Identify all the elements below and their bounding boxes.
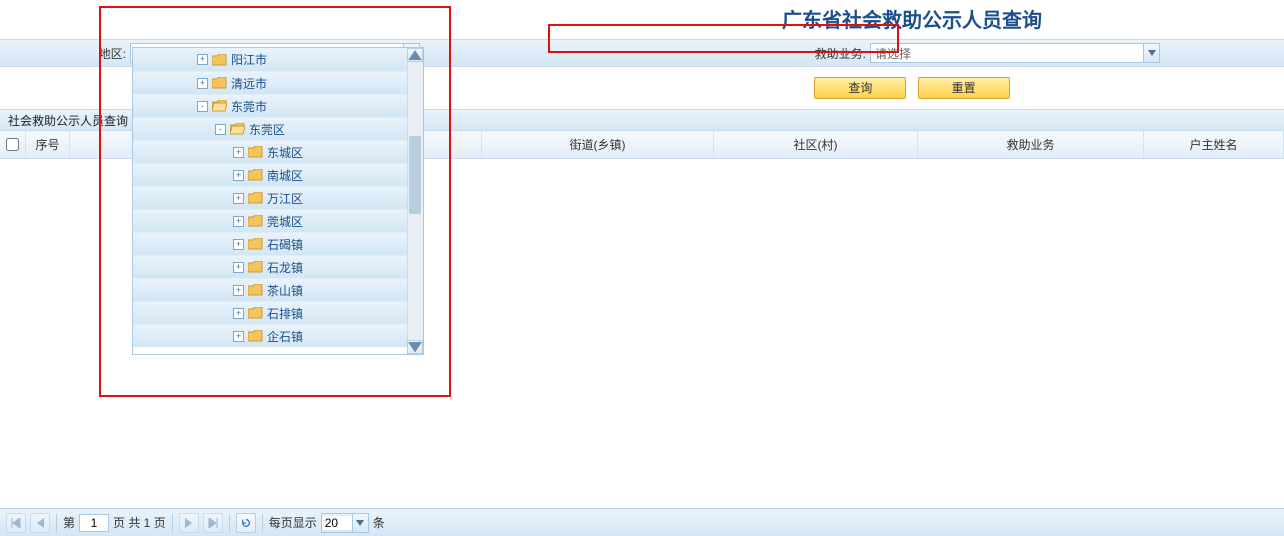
folder-open-icon — [230, 123, 245, 135]
folder-icon — [212, 77, 227, 89]
page-unit: 条 — [373, 514, 385, 531]
biz-combo[interactable] — [870, 43, 1160, 63]
tree-node[interactable]: + 石龙镇 — [133, 255, 423, 278]
chevron-down-icon[interactable] — [1143, 44, 1159, 62]
tree-node[interactable]: - 东莞市 — [133, 94, 423, 117]
tree-label: 东莞区 — [249, 121, 285, 138]
tree-label: 石碣镇 — [267, 236, 303, 253]
expand-icon[interactable]: + — [233, 193, 244, 204]
button-row: 查询 重置 — [540, 67, 1284, 109]
tree-label: 石龙镇 — [267, 259, 303, 276]
separator — [262, 514, 263, 532]
biz-input[interactable] — [871, 44, 1143, 62]
tree-node[interactable]: + 茶山镇 — [133, 278, 423, 301]
tree-node[interactable]: + 南城区 — [133, 163, 423, 186]
expand-icon[interactable]: + — [233, 262, 244, 273]
select-all-cell — [0, 131, 26, 158]
tree-node[interactable]: - 东莞区 — [133, 117, 423, 140]
page-size-combo[interactable] — [321, 513, 369, 533]
separator — [56, 514, 57, 532]
page-prefix: 第 — [63, 514, 75, 531]
col-biz: 救助业务 — [918, 131, 1144, 158]
collapse-icon[interactable]: - — [215, 124, 226, 135]
tree-node[interactable]: + 清远市 — [133, 71, 423, 94]
per-page-label: 每页显示 — [269, 514, 317, 531]
prev-page-button[interactable] — [30, 513, 50, 533]
folder-icon — [248, 238, 263, 250]
col-community: 社区(村) — [714, 131, 918, 158]
expand-icon[interactable]: + — [233, 285, 244, 296]
tree-label: 阳江市 — [231, 51, 267, 68]
select-all-checkbox[interactable] — [6, 138, 19, 151]
reset-button[interactable]: 重置 — [918, 77, 1010, 99]
separator — [172, 514, 173, 532]
current-page-input[interactable] — [79, 514, 109, 532]
folder-icon — [248, 169, 263, 181]
folder-icon — [248, 307, 263, 319]
next-page-button[interactable] — [179, 513, 199, 533]
folder-icon — [248, 146, 263, 158]
scroll-down-icon[interactable] — [407, 340, 423, 354]
paging-bar: 第 页 共 1 页 每页显示 条 — [0, 508, 1284, 536]
tree-node[interactable]: + 企石镇 — [133, 324, 423, 347]
tree-label: 南城区 — [267, 167, 303, 184]
collapse-icon[interactable]: - — [197, 101, 208, 112]
col-seq: 序号 — [26, 131, 70, 158]
folder-open-icon — [212, 100, 227, 112]
tree-label: 莞城区 — [267, 213, 303, 230]
col-owner: 户主姓名 — [1144, 131, 1284, 158]
expand-icon[interactable]: + — [233, 331, 244, 342]
expand-icon[interactable]: + — [233, 239, 244, 250]
refresh-button[interactable] — [236, 513, 256, 533]
search-button[interactable]: 查询 — [814, 77, 906, 99]
tree-node[interactable]: + 莞城区 — [133, 209, 423, 232]
expand-icon[interactable]: + — [197, 78, 208, 89]
tree-node[interactable]: + 石排镇 — [133, 301, 423, 324]
scroll-thumb[interactable] — [409, 136, 421, 214]
region-tree[interactable]: +阳江市+清远市-东莞市-东莞区+东城区+南城区+万江区+莞城区+石碣镇+石龙镇… — [133, 48, 423, 354]
tree-label: 万江区 — [267, 190, 303, 207]
expand-icon[interactable]: + — [233, 308, 244, 319]
separator — [229, 514, 230, 532]
region-tree-panel: +阳江市+清远市-东莞市-东莞区+东城区+南城区+万江区+莞城区+石碣镇+石龙镇… — [132, 47, 424, 355]
folder-icon — [248, 192, 263, 204]
tree-label: 茶山镇 — [267, 282, 303, 299]
tree-node[interactable]: + 万江区 — [133, 186, 423, 209]
folder-icon — [212, 54, 227, 66]
tree-node[interactable]: + 阳江市 — [133, 48, 423, 71]
tree-label: 清远市 — [231, 75, 267, 92]
tree-label: 石排镇 — [267, 305, 303, 322]
expand-icon[interactable]: + — [233, 170, 244, 181]
tree-label: 企石镇 — [267, 328, 303, 345]
folder-icon — [248, 261, 263, 273]
biz-label: 救助业务: — [810, 45, 870, 62]
folder-icon — [248, 215, 263, 227]
expand-icon[interactable]: + — [233, 216, 244, 227]
scroll-up-icon[interactable] — [407, 48, 423, 62]
tree-node[interactable]: + 东城区 — [133, 140, 423, 163]
first-page-button[interactable] — [6, 513, 26, 533]
page-title: 广东省社会救助公示人员查询 — [540, 0, 1284, 39]
page-middle: 页 共 1 页 — [113, 514, 166, 531]
tree-label: 东城区 — [267, 144, 303, 161]
chevron-down-icon[interactable] — [352, 514, 368, 532]
tree-label: 东莞市 — [231, 98, 267, 115]
tree-node[interactable]: + 石碣镇 — [133, 232, 423, 255]
col-street: 街道(乡镇) — [482, 131, 714, 158]
expand-icon[interactable]: + — [197, 54, 208, 65]
tree-scrollbar[interactable] — [407, 48, 423, 354]
folder-icon — [248, 284, 263, 296]
region-label: 地区: — [0, 45, 130, 62]
page-size-input[interactable] — [322, 516, 352, 530]
expand-icon[interactable]: + — [233, 147, 244, 158]
folder-icon — [248, 330, 263, 342]
last-page-button[interactable] — [203, 513, 223, 533]
